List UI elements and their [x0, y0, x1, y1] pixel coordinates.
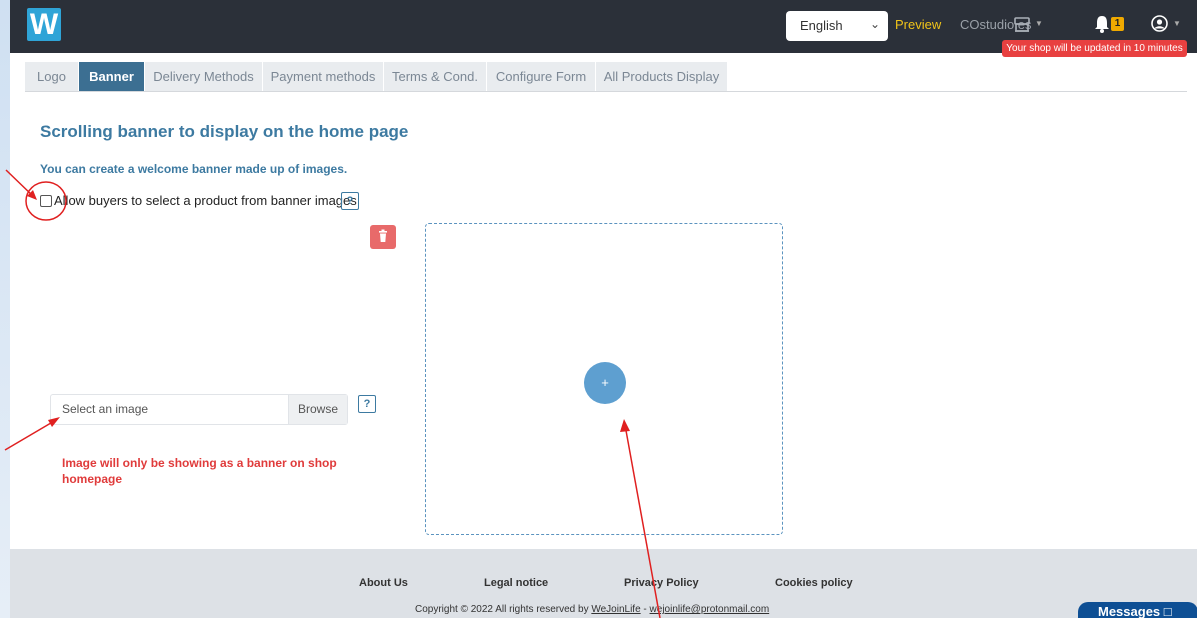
bell-icon[interactable] [1094, 15, 1110, 33]
store-icon[interactable] [1013, 15, 1031, 33]
allow-product-select-label: Allow buyers to select a product from ba… [54, 193, 357, 208]
browse-button[interactable]: Browse [288, 395, 347, 424]
company-link[interactable]: WeJoinLife [591, 604, 640, 615]
page-subtitle: You can create a welcome banner made up … [40, 162, 348, 176]
footer-about-us-link[interactable]: About Us [359, 577, 408, 589]
email-link[interactable]: wejoinlife@protonmail.com [650, 604, 770, 615]
language-select[interactable]: English ⌄ [786, 11, 888, 41]
image-help-icon[interactable]: ? [358, 395, 376, 413]
tab-banner[interactable]: Banner [79, 62, 145, 91]
chevron-down-icon: ⌄ [869, 17, 880, 31]
tabs-divider [25, 91, 1187, 92]
footer-legal-notice-link[interactable]: Legal notice [484, 577, 548, 589]
tab-logo[interactable]: Logo [25, 62, 79, 91]
checkbox-help-icon[interactable]: ? [341, 192, 359, 210]
add-image-button[interactable]: + [584, 362, 626, 404]
tab-delivery-methods[interactable]: Delivery Methods [145, 62, 263, 91]
delete-banner-button[interactable] [370, 225, 396, 249]
notification-badge: 1 [1111, 17, 1124, 31]
messages-button[interactable]: Messages □ [1078, 602, 1197, 618]
allow-product-select-checkbox[interactable] [40, 195, 52, 207]
copyright-text: Copyright © 2022 All rights reserved by … [415, 604, 769, 615]
tab-terms[interactable]: Terms & Cond. [384, 62, 487, 91]
preview-link[interactable]: Preview [895, 17, 941, 32]
top-navbar: W English ⌄ Preview COstudio.es ▼ 1 ▼ Yo… [10, 0, 1197, 57]
page-background [0, 0, 10, 618]
update-notice-badge: Your shop will be updated in 10 minutes [1002, 40, 1187, 57]
copyright-separator: - [640, 604, 650, 615]
chat-icon: □ [1163, 604, 1172, 618]
footer-privacy-policy-link[interactable]: Privacy Policy [624, 577, 699, 589]
image-file-input[interactable]: Select an image Browse [50, 394, 348, 425]
user-caret-icon[interactable]: ▼ [1173, 19, 1181, 28]
banner-warning-text: Image will only be showing as a banner o… [62, 456, 337, 486]
app-window: W English ⌄ Preview COstudio.es ▼ 1 ▼ Yo… [10, 0, 1197, 618]
messages-label: Messages [1098, 604, 1161, 618]
user-avatar-icon[interactable] [1151, 15, 1168, 32]
tab-payment-methods[interactable]: Payment methods [263, 62, 384, 91]
footer-cookies-policy-link[interactable]: Cookies policy [775, 577, 853, 589]
language-value: English [800, 18, 843, 33]
trash-icon [379, 229, 387, 242]
app-logo[interactable]: W [27, 8, 61, 41]
copyright-prefix: Copyright © 2022 All rights reserved by [415, 604, 592, 615]
file-input-placeholder: Select an image [62, 402, 149, 416]
tab-configure-form[interactable]: Configure Form [487, 62, 596, 91]
store-caret-icon[interactable]: ▼ [1035, 19, 1043, 28]
page-title: Scrolling banner to display on the home … [40, 122, 409, 141]
tab-all-products-display[interactable]: All Products Display [596, 62, 728, 91]
